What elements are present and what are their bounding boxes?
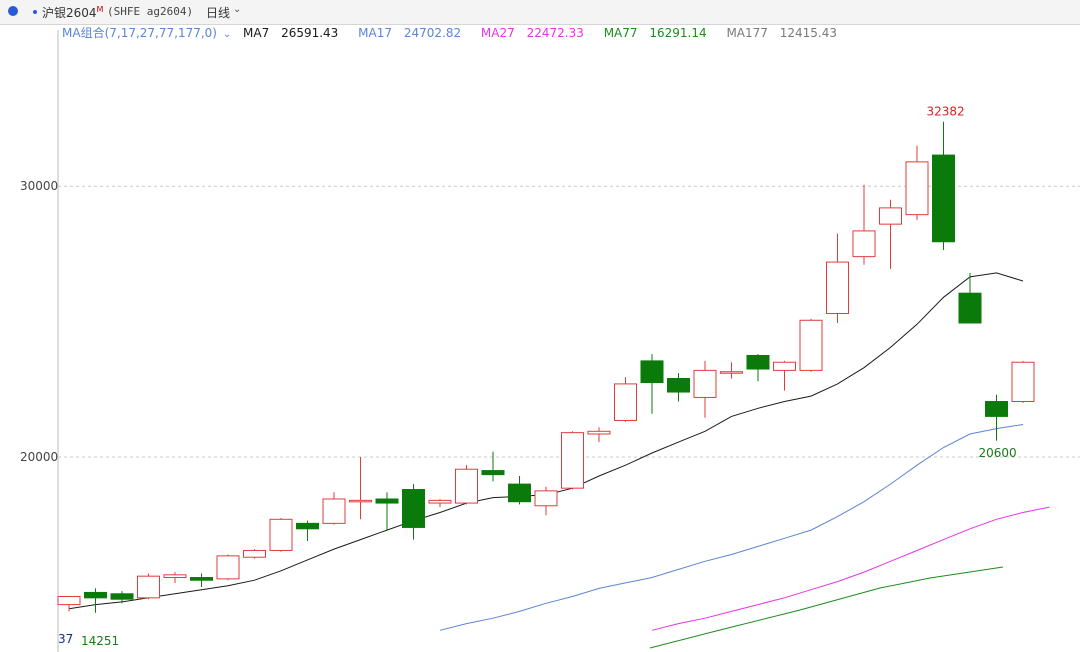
high-price-label: 32382 xyxy=(927,105,965,119)
candle-body-down xyxy=(481,470,505,476)
candle-body-down xyxy=(746,354,770,370)
candle-body-down xyxy=(375,498,399,504)
candle-body-down xyxy=(667,377,690,393)
ma-line-ma7 xyxy=(68,272,1024,610)
candle-body-up xyxy=(799,319,823,371)
candle-body-up xyxy=(1011,361,1035,403)
low-price-label: 20600 xyxy=(979,446,1017,460)
y-tick-label: 20000 xyxy=(20,450,58,464)
bottom-low-label: 14251 xyxy=(81,634,119,648)
candle-body-up xyxy=(614,383,637,421)
candle-body-up xyxy=(349,499,372,503)
candle-body-down xyxy=(932,154,955,243)
candle-body-up xyxy=(57,595,81,606)
candle-body-up xyxy=(428,499,452,504)
candle-body-up xyxy=(826,261,849,315)
candle-body-up xyxy=(693,369,717,398)
candle-body-up xyxy=(852,230,876,258)
candle-body-down xyxy=(985,401,1008,417)
candle-body-down xyxy=(640,360,664,384)
candle-body-up xyxy=(534,490,558,507)
candle-body-up xyxy=(720,371,743,374)
candle-body-up xyxy=(455,468,478,504)
y-tick-label: 30000 xyxy=(20,179,58,193)
candle-body-up xyxy=(322,498,346,524)
candle-body-down xyxy=(958,292,982,324)
ma-line-ma17 xyxy=(439,424,1024,631)
candle-body-up xyxy=(587,430,611,435)
candle-body-up xyxy=(879,207,902,225)
candle-body-up xyxy=(561,432,584,489)
candle-body-up xyxy=(163,574,187,579)
ma-line-ma77-visible xyxy=(649,566,1004,649)
bottom-partial-label: 37 xyxy=(58,632,73,646)
kline-chart-window: 沪银2604M (SHFE ag2604) 日线 ⌄ MA组合(7,17,27,… xyxy=(0,0,1080,652)
candle-body-down xyxy=(508,483,531,503)
candle-body-down xyxy=(402,489,425,528)
candle-body-up xyxy=(243,549,266,558)
candle-body-up xyxy=(216,555,240,580)
candle-body-down xyxy=(110,593,134,600)
candle-body-up xyxy=(773,361,796,371)
candlestick-plot[interactable]: 20000 30000 32382 20600 14251 37 xyxy=(0,0,1080,652)
candle-body-up xyxy=(269,518,293,551)
candle-body-down xyxy=(84,591,107,599)
candle-body-up xyxy=(905,161,929,216)
candle-body-down xyxy=(296,522,319,530)
candle-body-up xyxy=(137,575,160,599)
candle-body-down xyxy=(190,577,213,581)
